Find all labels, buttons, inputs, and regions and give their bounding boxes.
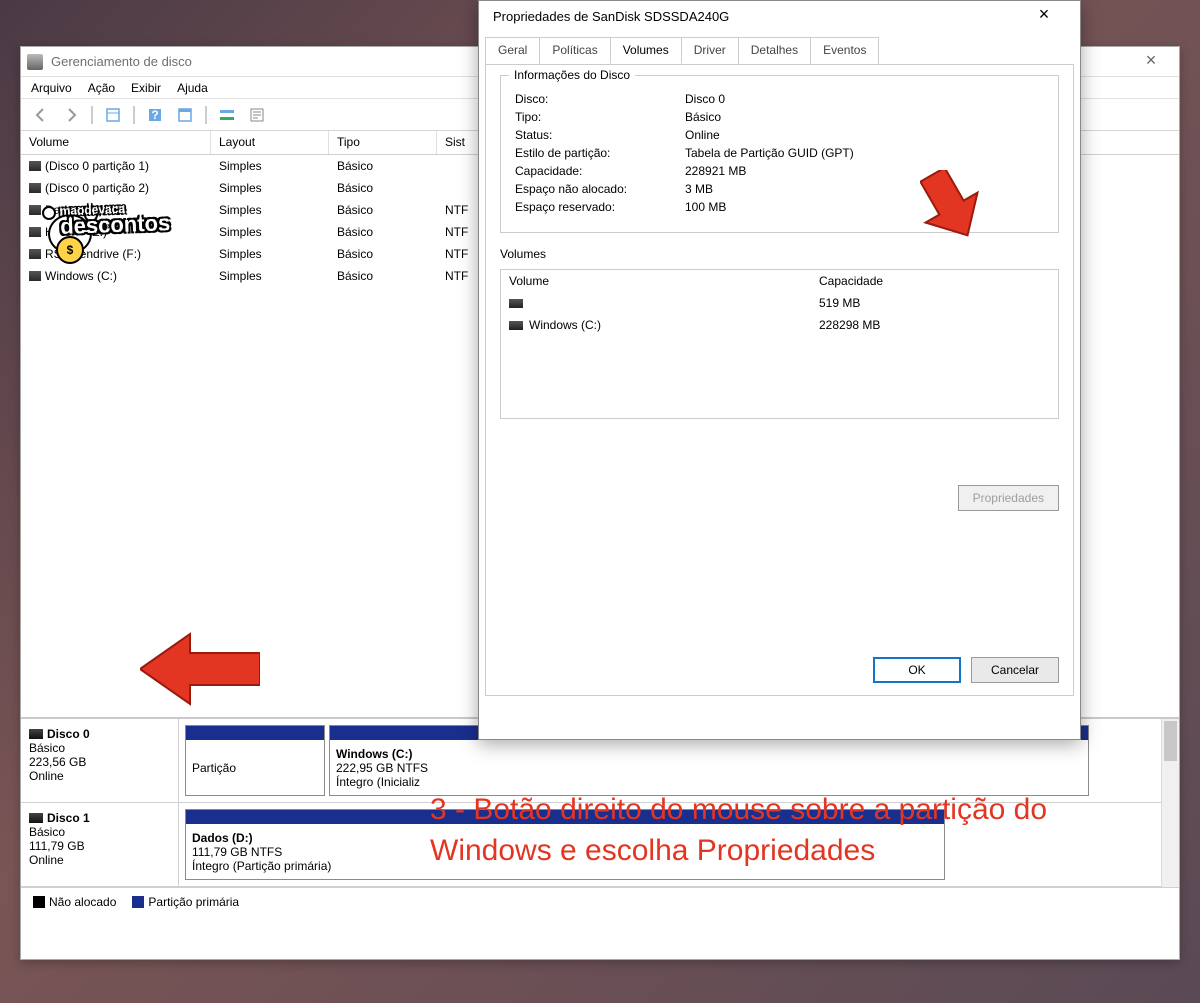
vertical-scrollbar[interactable] <box>1161 719 1179 887</box>
value-disco: Disco 0 <box>685 92 1044 106</box>
header-tipo[interactable]: Tipo <box>329 131 437 154</box>
volumes-table: Volume Capacidade 519 MBWindows (C:)2282… <box>500 269 1059 419</box>
refresh-icon[interactable] <box>173 103 197 127</box>
volumes-table-rows: 519 MBWindows (C:)228298 MB <box>501 292 1058 336</box>
toolbar-separator <box>205 106 207 124</box>
tab-politicas[interactable]: Políticas <box>539 37 610 64</box>
tab-eventos[interactable]: Eventos <box>810 37 879 64</box>
volume-icon <box>29 161 41 171</box>
volume-icon <box>29 227 41 237</box>
annotation-arrow-disk0 <box>140 629 260 709</box>
header-volume[interactable]: Volume <box>21 131 211 154</box>
svg-text:?: ? <box>151 108 158 122</box>
properties-dialog: Propriedades de SanDisk SDSSDA240G × Ger… <box>478 0 1081 740</box>
label-estilo: Estilo de partição: <box>515 146 685 160</box>
label-reservado: Espaço reservado: <box>515 200 685 214</box>
forward-icon[interactable] <box>59 103 83 127</box>
legend-unallocated: Não alocado <box>33 895 116 909</box>
props-button-row: OK Cancelar <box>873 657 1059 683</box>
list-icon[interactable] <box>215 103 239 127</box>
app-icon <box>27 54 43 70</box>
tab-detalhes[interactable]: Detalhes <box>738 37 811 64</box>
view-icon[interactable] <box>101 103 125 127</box>
menu-exibir[interactable]: Exibir <box>131 81 161 95</box>
partition[interactable]: Partição <box>185 725 325 796</box>
dm-close-button[interactable]: × <box>1129 48 1173 76</box>
scrollbar-thumb[interactable] <box>1164 721 1177 761</box>
volume-icon <box>509 321 523 330</box>
menu-acao[interactable]: Ação <box>88 81 115 95</box>
legend: Não alocado Partição primária <box>21 887 1179 915</box>
cancel-button[interactable]: Cancelar <box>971 657 1059 683</box>
menu-ajuda[interactable]: Ajuda <box>177 81 208 95</box>
tab-geral[interactable]: Geral <box>485 37 540 64</box>
properties-icon[interactable] <box>245 103 269 127</box>
volume-icon <box>29 183 41 193</box>
back-icon[interactable] <box>29 103 53 127</box>
volumes-legend: Volumes <box>500 247 1059 261</box>
legend-blue-box <box>132 896 144 908</box>
value-capacidade: 228921 MB <box>685 164 1044 178</box>
value-status: Online <box>685 128 1044 142</box>
vol-header-capacidade[interactable]: Capacidade <box>811 270 1058 292</box>
help-icon[interactable]: ? <box>143 103 167 127</box>
disk-label[interactable]: Disco 0Básico223,56 GBOnline <box>21 719 179 802</box>
disk-info-legend: Informações do Disco <box>509 68 635 82</box>
volume-table-row[interactable]: 519 MB <box>501 292 1058 314</box>
label-disco: Disco: <box>515 92 685 106</box>
props-properties-button: Propriedades <box>958 485 1059 511</box>
value-nao-alocado: 3 MB <box>685 182 1044 196</box>
value-tipo: Básico <box>685 110 1044 124</box>
menu-arquivo[interactable]: Arquivo <box>31 81 72 95</box>
volumes-section: Volumes Volume Capacidade 519 MBWindows … <box>500 247 1059 419</box>
volume-icon <box>509 299 523 308</box>
volume-table-row[interactable]: Windows (C:)228298 MB <box>501 314 1058 336</box>
label-capacidade: Capacidade: <box>515 164 685 178</box>
toolbar-separator <box>133 106 135 124</box>
value-reservado: 100 MB <box>685 200 1044 214</box>
label-tipo: Tipo: <box>515 110 685 124</box>
disk-label[interactable]: Disco 1Básico111,79 GBOnline <box>21 803 179 886</box>
props-tabs: Geral Políticas Volumes Driver Detalhes … <box>479 31 1080 64</box>
disk-icon <box>29 729 43 739</box>
volume-icon <box>29 249 41 259</box>
volumes-table-header: Volume Capacidade <box>501 270 1058 292</box>
volume-icon <box>29 271 41 281</box>
ok-button[interactable]: OK <box>873 657 961 683</box>
tab-volumes[interactable]: Volumes <box>610 37 682 64</box>
label-nao-alocado: Espaço não alocado: <box>515 182 685 196</box>
annotation-arrow-gpt <box>920 170 980 240</box>
disk-icon <box>29 813 43 823</box>
props-body: Informações do Disco Disco:Disco 0 Tipo:… <box>485 64 1074 696</box>
tab-driver[interactable]: Driver <box>681 37 739 64</box>
props-title: Propriedades de SanDisk SDSSDA240G <box>493 9 1022 24</box>
toolbar-separator <box>91 106 93 124</box>
legend-black-box <box>33 896 45 908</box>
props-close-button[interactable]: × <box>1022 2 1066 30</box>
value-estilo: Tabela de Partição GUID (GPT) <box>685 146 1044 160</box>
volume-icon <box>29 205 41 215</box>
header-layout[interactable]: Layout <box>211 131 329 154</box>
vol-header-volume[interactable]: Volume <box>501 270 811 292</box>
props-titlebar: Propriedades de SanDisk SDSSDA240G × <box>479 1 1080 31</box>
label-status: Status: <box>515 128 685 142</box>
legend-primary: Partição primária <box>132 895 239 909</box>
